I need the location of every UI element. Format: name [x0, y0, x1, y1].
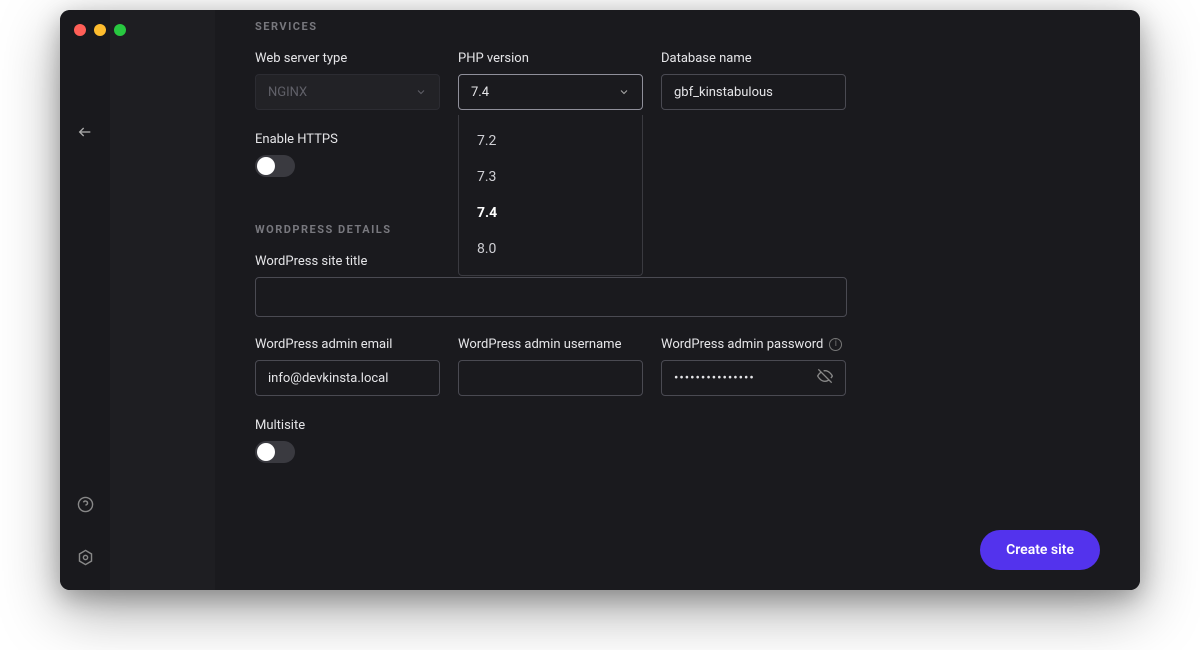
chevron-down-icon [618, 86, 630, 98]
php-version-dropdown: 7.2 7.3 7.4 8.0 [458, 115, 643, 276]
enable-https-toggle[interactable] [255, 155, 295, 177]
toggle-password-visibility[interactable] [817, 368, 833, 388]
multisite-toggle[interactable] [255, 441, 295, 463]
database-name-input-wrap[interactable] [661, 74, 846, 110]
maximize-window-button[interactable] [114, 24, 126, 36]
arrow-left-icon [77, 124, 93, 140]
main-content: SERVICES Web server type NGINX PHP versi… [215, 10, 1140, 590]
php-version-value: 7.4 [471, 85, 489, 100]
create-site-button[interactable]: Create site [980, 530, 1100, 570]
php-option-8-0[interactable]: 8.0 [459, 231, 642, 267]
wp-admin-username-label: WordPress admin username [458, 337, 643, 352]
chevron-down-icon [415, 86, 427, 98]
minimize-window-button[interactable] [94, 24, 106, 36]
wp-admin-password-label: WordPress admin password i [661, 337, 846, 352]
nav-sidebar [60, 10, 110, 590]
settings-button[interactable] [77, 549, 94, 566]
wp-admin-email-input[interactable] [268, 371, 427, 386]
enable-https-label: Enable HTTPS [255, 132, 1100, 147]
toggle-knob [257, 157, 275, 175]
app-window: SERVICES Web server type NGINX PHP versi… [60, 10, 1140, 590]
wordpress-details-heading: WORDPRESS DETAILS [255, 223, 1100, 236]
php-version-label: PHP version [458, 51, 643, 66]
database-name-label: Database name [661, 51, 846, 66]
wp-admin-email-input-wrap[interactable] [255, 360, 440, 396]
eye-off-icon [817, 368, 833, 384]
wp-admin-username-input[interactable] [471, 371, 630, 386]
wp-site-title-input-wrap[interactable] [255, 277, 847, 317]
services-heading: SERVICES [255, 20, 1100, 33]
web-server-type-select[interactable]: NGINX [255, 74, 440, 110]
php-option-7-3[interactable]: 7.3 [459, 159, 642, 195]
info-icon[interactable]: i [829, 338, 842, 351]
wp-admin-password-input-wrap[interactable] [661, 360, 846, 396]
back-button[interactable] [73, 120, 97, 144]
close-window-button[interactable] [74, 24, 86, 36]
php-option-7-2[interactable]: 7.2 [459, 123, 642, 159]
database-name-input[interactable] [674, 85, 833, 100]
help-button[interactable] [77, 496, 94, 513]
web-server-type-value: NGINX [268, 85, 307, 100]
wp-site-title-input[interactable] [268, 290, 834, 305]
settings-icon [77, 549, 94, 566]
multisite-label: Multisite [255, 418, 1100, 433]
help-icon [77, 496, 94, 513]
wp-admin-password-input[interactable] [674, 371, 817, 386]
wp-admin-username-input-wrap[interactable] [458, 360, 643, 396]
web-server-type-label: Web server type [255, 51, 440, 66]
php-option-7-4[interactable]: 7.4 [459, 195, 642, 231]
toggle-knob [257, 443, 275, 461]
php-version-select[interactable]: 7.4 7.2 7.3 7.4 8.0 [458, 74, 643, 110]
wp-admin-email-label: WordPress admin email [255, 337, 440, 352]
window-controls [74, 24, 126, 36]
wp-admin-password-label-text: WordPress admin password [661, 337, 823, 352]
secondary-panel [110, 10, 215, 590]
